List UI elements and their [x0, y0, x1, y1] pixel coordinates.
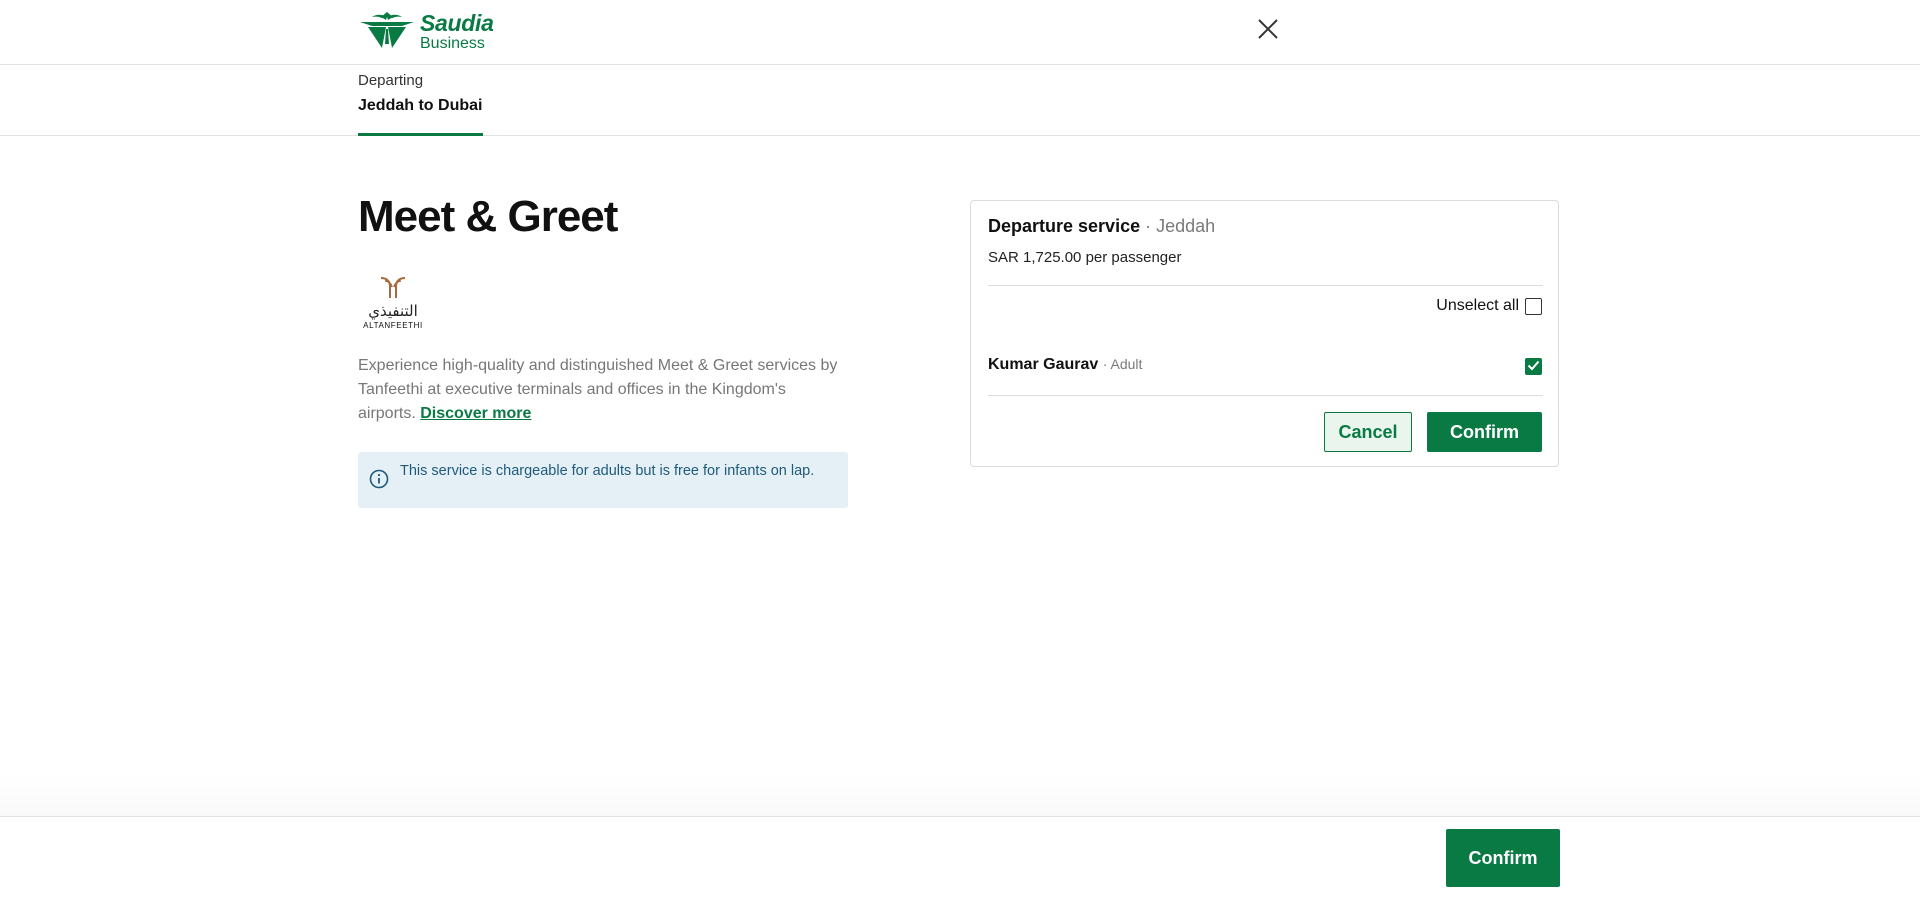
logo-wordmark: Saudia	[420, 9, 494, 36]
close-button[interactable]	[1255, 18, 1281, 44]
cancel-button[interactable]: Cancel	[1324, 412, 1412, 452]
departure-service-panel: Departure service · Jeddah SAR 1,725.00 …	[970, 200, 1559, 467]
info-notice: This service is chargeable for adults bu…	[358, 452, 848, 508]
info-icon	[369, 469, 389, 495]
tab-sub-label: Departing	[358, 72, 424, 89]
service-title: Departure service	[988, 216, 1141, 236]
footer-shadow	[0, 770, 1920, 816]
tab-route-label: Jeddah to Dubai	[358, 97, 483, 114]
checkmark-icon	[1527, 358, 1540, 376]
top-bar: Saudia Business	[0, 0, 1920, 65]
tab-departing-flight[interactable]: Departing Jeddah to Dubai	[358, 65, 483, 136]
passenger-row: Kumar Gaurav · Adult	[988, 356, 1142, 374]
saudia-business-logo[interactable]: Saudia Business	[358, 8, 494, 55]
divider	[988, 285, 1543, 286]
brand-english-text: ALTANFEETHI	[363, 321, 423, 330]
service-description: Experience high-quality and distinguishe…	[358, 354, 838, 426]
panel-confirm-button[interactable]: Confirm	[1427, 412, 1542, 452]
info-text: This service is chargeable for adults bu…	[400, 463, 815, 479]
panel-title: Departure service · Jeddah	[988, 216, 1215, 237]
flight-tab-bar: Departing Jeddah to Dubai	[0, 65, 1920, 136]
saudia-palm-icon	[358, 8, 416, 55]
passenger-checkbox[interactable]	[1525, 358, 1542, 375]
passenger-type: · Adult	[1102, 356, 1143, 372]
altanfeethi-logo: التنفيذي ALTANFEETHI	[358, 275, 428, 330]
divider	[988, 395, 1543, 396]
unselect-all-checkbox[interactable]	[1525, 297, 1542, 315]
price-per-passenger: SAR 1,725.00 per passenger	[988, 249, 1182, 266]
brand-arabic-text: التنفيذي	[368, 302, 418, 320]
discover-more-link[interactable]: Discover more	[420, 405, 531, 422]
passenger-name: Kumar Gaurav	[988, 356, 1099, 373]
service-location: · Jeddah	[1145, 216, 1216, 236]
page-title: Meet & Greet	[358, 192, 618, 241]
footer-bar: Confirm	[0, 816, 1920, 901]
footer-confirm-button[interactable]: Confirm	[1446, 829, 1560, 887]
altanfeethi-emblem-icon	[378, 277, 408, 303]
unselect-all-toggle[interactable]: Unselect all	[1436, 297, 1542, 315]
close-icon	[1257, 18, 1279, 45]
unselect-all-label: Unselect all	[1436, 297, 1519, 314]
logo-subtitle: Business	[420, 34, 485, 52]
